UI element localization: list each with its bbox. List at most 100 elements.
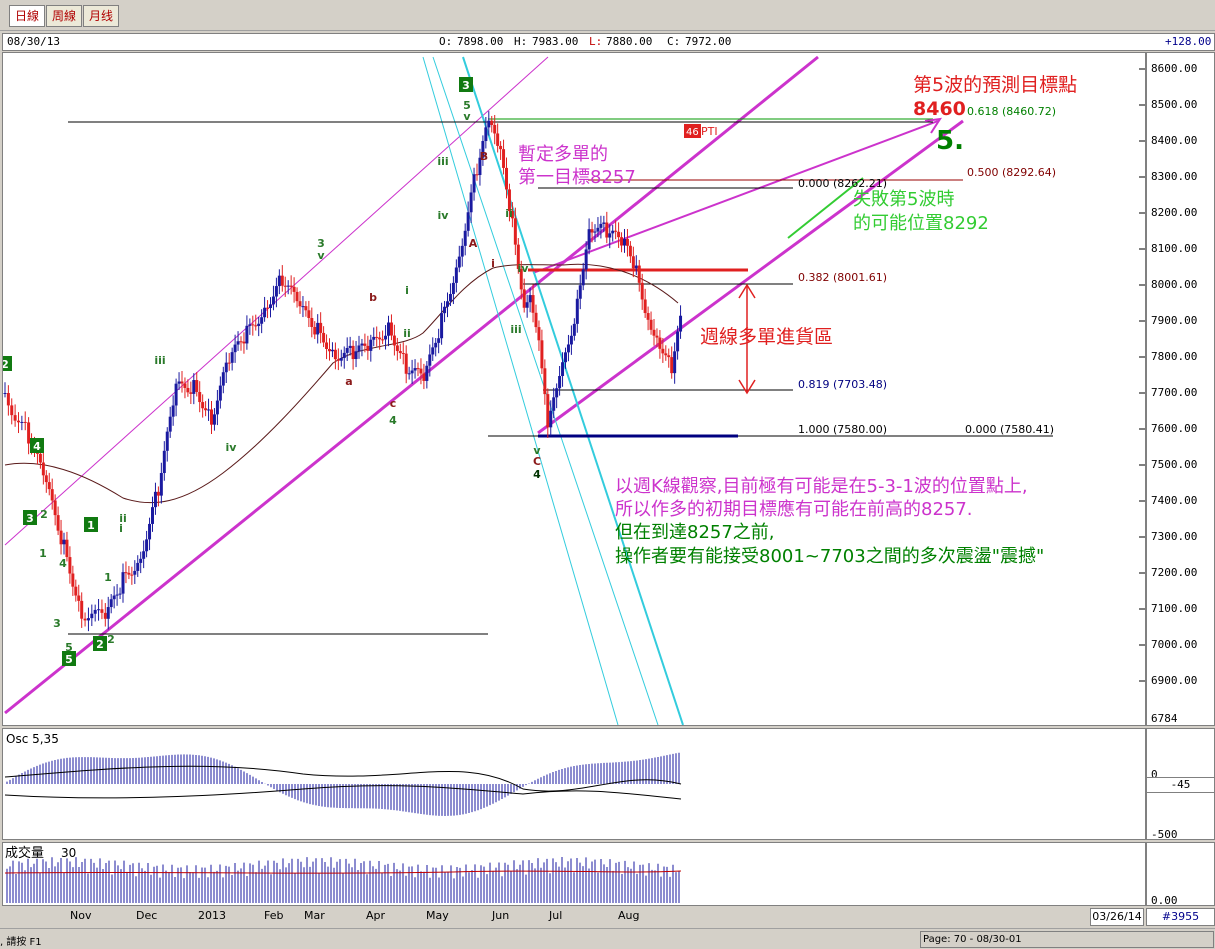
candle-body [490, 120, 494, 126]
candle-body [658, 337, 662, 349]
candle-body [307, 310, 311, 319]
wave-label: ii [403, 327, 411, 340]
candle-body [77, 595, 81, 601]
comment-line4: 操作者要有能接受8001~7703之間的多次震盪"震撼" [615, 546, 1044, 567]
volume-pane[interactable]: 成交量 30 [2, 842, 1146, 906]
lower-channel-line [4, 55, 819, 715]
volume-axis[interactable]: 0.00 [1146, 842, 1215, 907]
candle-body [322, 332, 326, 343]
candle-body [552, 397, 556, 411]
price-tick: 8600.00 [1151, 62, 1198, 75]
close-value: 7972.00 [685, 35, 732, 48]
candle-body [263, 307, 267, 318]
time-axis[interactable]: Nov Dec 2013 Feb Mar Apr May Jun Jul Aug [2, 906, 1144, 926]
candle-body [236, 341, 240, 345]
candle-body [23, 421, 27, 423]
target-title: 第5波的預測目標點 [913, 74, 1077, 96]
wave-label: 2 [96, 638, 104, 651]
candle-body [528, 295, 532, 303]
candle-body [183, 383, 187, 388]
candle-body [487, 120, 491, 128]
close-label: C: [667, 35, 681, 48]
candle-body [496, 133, 500, 146]
price-tick: 8400.00 [1151, 134, 1198, 147]
candle-body [44, 475, 48, 483]
fib-819-label: 0.819 (7703.48) [798, 378, 887, 391]
oscillator-chart: Osc 5,35 [4, 732, 682, 816]
candle-body [139, 558, 143, 563]
tab-daily[interactable]: 日線 [9, 5, 45, 27]
candle-body [431, 347, 435, 355]
candle-body [419, 368, 423, 374]
candle-body [569, 335, 573, 345]
candle-body [50, 489, 54, 501]
wave-label: 2 [40, 508, 48, 521]
temp-target-line2: 第一目標8257 [518, 167, 636, 188]
candle-body [348, 345, 352, 348]
candle-body [561, 362, 565, 377]
wave5-label: 5. [936, 126, 964, 156]
low-value: 7880.00 [606, 35, 653, 48]
low-label: L: [589, 35, 603, 48]
wave-label: A [469, 237, 478, 250]
open-value: 7898.00 [457, 35, 504, 48]
candle-body [112, 595, 116, 600]
candle-body [103, 612, 107, 619]
candle-body [280, 275, 284, 286]
candle-body [86, 618, 90, 621]
candle-body [133, 570, 137, 575]
candle-body [189, 392, 193, 394]
tab-weekly[interactable]: 周線 [46, 5, 82, 27]
candle-body [118, 593, 122, 595]
oscillator-axis[interactable]: 0 -45 -500 [1146, 728, 1215, 841]
wave-label: 4 [389, 414, 397, 427]
candle-body [354, 351, 358, 360]
candle-body [20, 421, 24, 423]
price-tick: 8300.00 [1151, 170, 1198, 183]
candle-body [620, 237, 624, 246]
candle-body [384, 335, 388, 340]
candle-body [549, 410, 553, 428]
candle-body [387, 322, 390, 336]
pti-text: PTI [701, 125, 718, 138]
candle-body [555, 388, 559, 398]
candle-body [602, 222, 606, 224]
candle-body [93, 609, 97, 614]
candle-body [472, 174, 476, 193]
oscillator-pane[interactable]: Osc 5,35 [2, 728, 1146, 840]
candle-body [218, 385, 222, 401]
candle-body [298, 301, 302, 307]
wave-label: 4 [33, 440, 41, 453]
wave-label: 3 [462, 79, 470, 92]
candle-body [74, 586, 78, 596]
price-axis[interactable]: 8600.00 8500.00 8400.00 8300.00 8200.00 8100.… [1146, 52, 1215, 726]
candle-body [53, 500, 57, 516]
wave-label: 5 [65, 641, 73, 654]
candle-body [499, 145, 503, 150]
candle-body [6, 393, 10, 406]
volume-tick: 0.00 [1151, 894, 1178, 907]
tab-monthly[interactable]: 月线 [83, 5, 119, 27]
temp-target-line1: 暫定多單的 [518, 144, 608, 165]
wave-label: iii [510, 323, 521, 336]
candle-body [673, 351, 677, 374]
candle-body [381, 339, 385, 341]
wave-label: B [480, 150, 488, 163]
volume-label: 成交量 [5, 845, 44, 861]
price-tick: 7800.00 [1151, 350, 1198, 363]
price-tick: 7000.00 [1151, 638, 1198, 651]
fib-1-label: 1.000 (7580.00) [798, 423, 887, 436]
candle-body [484, 127, 488, 142]
price-chart: 3521423iiiivv3abc4iiiiiiivv5ABiiiiiiivvC… [3, 55, 1145, 725]
candle-body [655, 335, 659, 338]
candle-body [446, 301, 449, 307]
candle-body [257, 323, 261, 327]
wave-label: 3 [317, 237, 325, 250]
wave-label: i [491, 257, 495, 270]
candle-body [295, 291, 299, 302]
price-tick: 7500.00 [1151, 458, 1198, 471]
candle-body [413, 368, 417, 371]
candle-body [283, 285, 287, 287]
price-tick: 8000.00 [1151, 278, 1198, 291]
price-chart-pane[interactable]: 3521423iiiivv3abc4iiiiiiivv5ABiiiiiiivvC… [2, 52, 1146, 726]
